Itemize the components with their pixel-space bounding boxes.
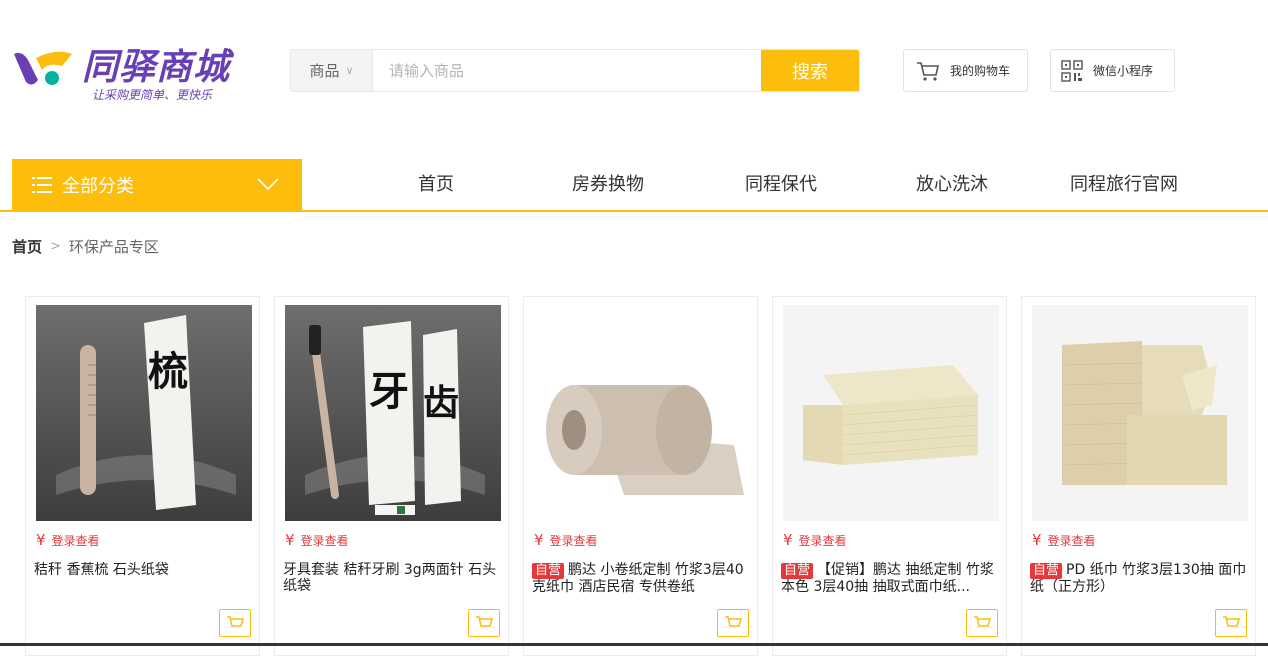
my-cart-label: 我的购物车 (950, 64, 1011, 78)
product-title-text: 秸秆 香蕉梳 石头纸袋 (34, 562, 169, 578)
breadcrumb: 首页 > 环保产品专区 (12, 236, 159, 257)
nav-link-tongcheng-travel[interactable]: 同程旅行官网 (1070, 159, 1178, 210)
product-card[interactable]: 梳 ¥ 登录查看 秸秆 香蕉梳 石头纸袋 (25, 296, 260, 656)
product-title[interactable]: 秸秆 香蕉梳 石头纸袋 (34, 562, 252, 578)
currency-symbol: ¥ (285, 531, 295, 549)
search-input[interactable] (373, 50, 761, 91)
currency-symbol: ¥ (534, 531, 544, 549)
search-category-select[interactable]: 商品 ∨ (291, 50, 373, 91)
add-to-cart-button[interactable] (966, 609, 998, 637)
cart-icon (476, 616, 493, 627)
product-title[interactable]: 自营 鹏达 小卷纸定制 竹浆3层40克纸巾 酒店民宿 专供卷纸 (532, 562, 750, 595)
login-to-view-link[interactable]: 登录查看 (799, 532, 847, 549)
wechat-mini-program-button[interactable]: 微信小程序 (1050, 49, 1175, 92)
product-list: 梳 ¥ 登录查看 秸秆 香蕉梳 石头纸袋 牙 齿 ¥ 登录查看 牙具套装 秸秆牙… (25, 296, 1256, 656)
logo-mark-icon (14, 51, 72, 85)
all-categories-label: 全部分类 (62, 175, 134, 197)
product-price: ¥ 登录查看 (36, 531, 100, 549)
self-operated-badge: 自营 (781, 563, 814, 579)
search-button[interactable]: 搜索 (761, 50, 859, 91)
product-card[interactable]: 牙 齿 ¥ 登录查看 牙具套装 秸秆牙刷 3g两面针 石头纸袋 (274, 296, 509, 656)
product-title-text: 牙具套装 秸秆牙刷 3g两面针 石头纸袋 (283, 562, 497, 594)
product-image[interactable]: 梳 (36, 305, 252, 521)
product-title[interactable]: 牙具套装 秸秆牙刷 3g两面针 石头纸袋 (283, 562, 501, 594)
wechat-mini-program-label: 微信小程序 (1093, 64, 1154, 78)
product-card[interactable]: ¥ 登录查看 自营 鹏达 小卷纸定制 竹浆3层40克纸巾 酒店民宿 专供卷纸 (523, 296, 758, 656)
product-title-text: PD 纸巾 竹浆3层130抽 面巾纸（正方形） (1030, 562, 1247, 595)
svg-text:牙: 牙 (369, 369, 409, 415)
product-image[interactable] (783, 305, 999, 521)
product-image[interactable]: 牙 齿 (285, 305, 501, 521)
login-to-view-link[interactable]: 登录查看 (301, 532, 349, 549)
product-image[interactable] (534, 305, 750, 521)
currency-symbol: ¥ (1032, 531, 1042, 549)
product-price: ¥ 登录查看 (534, 531, 598, 549)
add-to-cart-button[interactable] (717, 609, 749, 637)
nav-link-home[interactable]: 首页 (418, 159, 454, 210)
product-title[interactable]: 自营 【促销】鹏达 抽纸定制 竹浆本色 3层40抽 抽取式面巾纸... (781, 562, 999, 595)
search-bar: 商品 ∨ 搜索 (290, 49, 860, 92)
nav-link-tongcheng-insurance[interactable]: 同程保代 (745, 159, 817, 210)
chevron-down-icon: ∨ (345, 64, 354, 77)
product-price: ¥ 登录查看 (783, 531, 847, 549)
cart-icon (227, 616, 244, 627)
product-price: ¥ 登录查看 (1032, 531, 1096, 549)
breadcrumb-current: 环保产品专区 (68, 238, 159, 256)
logo[interactable]: 同驿商城 让采购更简单、更快乐 (12, 38, 252, 108)
header: 同驿商城 让采购更简单、更快乐 商品 ∨ 搜索 我的购物车 微信小程序 (0, 0, 1268, 140)
brand-name: 同驿商城 (82, 47, 231, 88)
svg-text:齿: 齿 (423, 383, 459, 424)
product-title[interactable]: 自营 PD 纸巾 竹浆3层130抽 面巾纸（正方形） (1030, 562, 1248, 595)
add-to-cart-button[interactable] (219, 609, 251, 637)
login-to-view-link[interactable]: 登录查看 (52, 532, 100, 549)
svg-text:梳: 梳 (148, 349, 188, 395)
cart-icon (1223, 616, 1240, 627)
main-nav: 全部分类 首页 房券换物 同程保代 放心洗沐 同程旅行官网 (0, 159, 1268, 212)
all-categories-button[interactable]: 全部分类 (12, 159, 302, 210)
add-to-cart-button[interactable] (1215, 609, 1247, 637)
product-price: ¥ 登录查看 (285, 531, 349, 549)
brand-slogan: 让采购更简单、更快乐 (92, 88, 213, 102)
product-image[interactable] (1032, 305, 1248, 521)
login-to-view-link[interactable]: 登录查看 (550, 532, 598, 549)
chevron-right-icon: > (50, 239, 61, 254)
login-to-view-link[interactable]: 登录查看 (1048, 532, 1096, 549)
cart-icon (917, 61, 939, 81)
product-card[interactable]: ¥ 登录查看 自营 PD 纸巾 竹浆3层130抽 面巾纸（正方形） (1021, 296, 1256, 656)
qr-code-icon (1061, 59, 1083, 82)
product-card[interactable]: ¥ 登录查看 自营 【促销】鹏达 抽纸定制 竹浆本色 3层40抽 抽取式面巾纸..… (772, 296, 1007, 656)
my-cart-button[interactable]: 我的购物车 (903, 49, 1028, 92)
chevron-down-icon (257, 178, 279, 191)
nav-link-toiletries[interactable]: 放心洗沐 (916, 159, 988, 210)
add-to-cart-button[interactable] (468, 609, 500, 637)
nav-link-room-voucher[interactable]: 房券换物 (572, 159, 644, 210)
currency-symbol: ¥ (783, 531, 793, 549)
self-operated-badge: 自营 (1030, 563, 1063, 579)
cart-icon (725, 616, 742, 627)
self-operated-badge: 自营 (532, 563, 565, 579)
breadcrumb-home[interactable]: 首页 (12, 236, 42, 257)
menu-icon (32, 176, 52, 193)
currency-symbol: ¥ (36, 531, 46, 549)
search-category-label: 商品 (309, 62, 340, 80)
cart-icon (974, 616, 991, 627)
